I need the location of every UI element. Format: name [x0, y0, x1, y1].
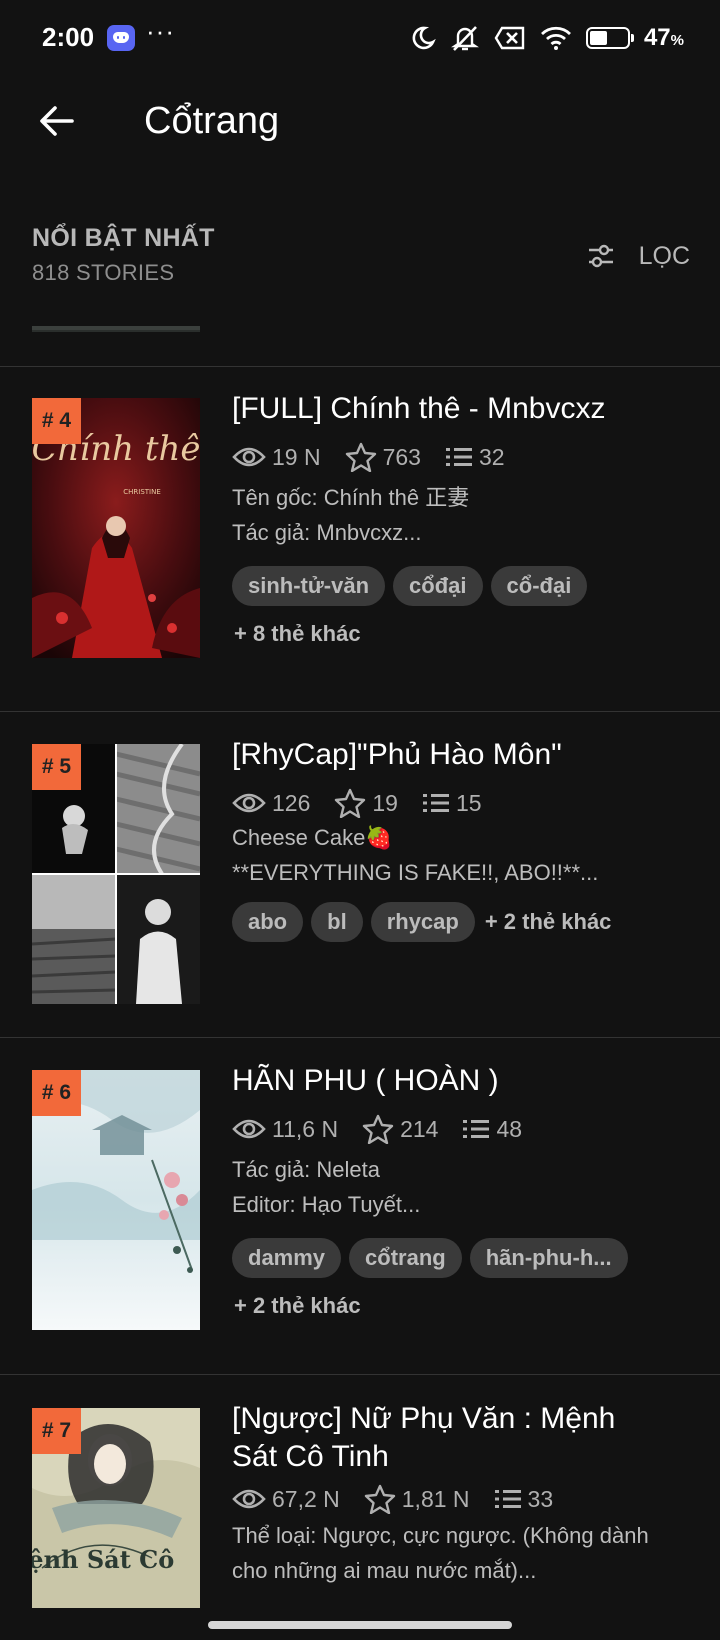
arrow-left-icon — [40, 106, 74, 136]
eye-icon — [232, 793, 266, 813]
votes-stat: 763 — [345, 442, 421, 472]
star-icon — [364, 1484, 395, 1514]
status-bar: 2:00 ··· 47% — [0, 0, 720, 78]
parts-stat: 32 — [445, 444, 505, 471]
eye-icon — [232, 1489, 266, 1509]
votes-stat: 1,81 N — [364, 1484, 470, 1514]
wifi-icon — [540, 26, 571, 50]
story-description: Cheese Cake🍓 **EVERYTHING IS FAKE!!, ABO… — [232, 825, 599, 885]
star-icon — [335, 788, 366, 818]
list-icon — [463, 1120, 490, 1138]
filter-label: LỌC — [638, 241, 690, 270]
more-tags-link[interactable]: + 2 thẻ khác — [232, 1286, 692, 1326]
sort-bar: NỔI BẬT NHẤT 818 STORIES LỌC — [0, 210, 720, 290]
parts-stat: 48 — [462, 1116, 522, 1143]
tag-chip[interactable]: hãn-phu-h... — [469, 1238, 628, 1278]
story-description: Tác giả: Neleta Editor: Hạo Tuyết... — [232, 1157, 421, 1217]
more-notifications-icon: ··· — [146, 16, 175, 46]
story-cover[interactable]: # 5 — [32, 744, 200, 1004]
story-item[interactable]: Mệnh Sát Cô # 7 [Ngược] Nữ Phụ Văn : Mện… — [0, 1402, 720, 1640]
story-cover[interactable]: Chính thê CHRISTINE # 4 — [32, 398, 200, 658]
story-item[interactable]: # 6 HÃN PHU ( HOÀN ) 11,6 N 214 48 Tác g… — [0, 1064, 720, 1332]
sort-dropdown[interactable]: NỔI BẬT NHẤT — [32, 224, 215, 253]
discord-notification-icon — [107, 25, 135, 51]
tag-chip[interactable]: rhycap — [370, 902, 475, 942]
back-button[interactable] — [30, 94, 84, 148]
story-stats: 11,6 N 214 48 — [232, 1112, 692, 1146]
views-stat: 19 N — [232, 444, 321, 471]
divider — [0, 366, 720, 367]
views-stat: 126 — [232, 790, 310, 817]
star-icon — [362, 1114, 394, 1144]
story-title[interactable]: [Ngược] Nữ Phụ Văn : Mệnh Sát Cô Tinh — [232, 1400, 692, 1476]
status-time: 2:00 — [42, 22, 95, 52]
filter-button[interactable]: LỌC — [587, 236, 690, 276]
views-stat: 11,6 N — [232, 1116, 338, 1143]
story-title[interactable]: HÃN PHU ( HOÀN ) — [232, 1062, 692, 1100]
sliders-icon — [588, 244, 613, 268]
star-icon — [345, 442, 376, 472]
rank-badge: # 7 — [32, 1408, 81, 1454]
parts-stat: 33 — [494, 1486, 553, 1513]
story-info: [FULL] Chính thê - Mnbvcxz 19 N 763 32 T… — [232, 392, 692, 654]
rank-badge: # 5 — [32, 744, 81, 790]
story-title[interactable]: [FULL] Chính thê - Mnbvcxz — [232, 390, 692, 428]
votes-stat: 19 — [334, 788, 398, 818]
story-cover[interactable]: Mệnh Sát Cô # 7 — [32, 1408, 200, 1608]
app-bar: Cổtrang — [0, 78, 720, 174]
story-title[interactable]: [RhyCap]"Phủ Hào Môn" — [232, 736, 692, 774]
list-icon — [422, 794, 449, 812]
divider — [0, 711, 720, 712]
rank-badge: # 4 — [32, 398, 81, 444]
eye-icon — [232, 1119, 266, 1139]
page-title: Cổtrang — [144, 100, 280, 142]
rank-badge: # 6 — [32, 1070, 81, 1116]
story-item[interactable]: # 5 [RhyCap]"Phủ Hào Môn" 126 19 15 Chee… — [0, 738, 720, 1004]
divider — [0, 1037, 720, 1038]
tag-chip[interactable]: abo — [232, 902, 304, 942]
battery-icon — [585, 27, 634, 49]
more-tags-link[interactable]: + 2 thẻ khác — [483, 902, 612, 942]
story-item[interactable]: Chính thê CHRISTINE # 4 [FULL] Chính thê… — [0, 392, 720, 690]
story-count: 818 STORIES — [32, 260, 175, 285]
home-indicator[interactable] — [208, 1621, 512, 1629]
story-description: Tên gốc: Chính thê 正妻 Tác giả: Mnbvcxz..… — [232, 485, 470, 545]
list-icon — [445, 448, 472, 466]
tag-chip[interactable]: dammy — [232, 1238, 342, 1278]
more-tags-link[interactable]: + 8 thẻ khác — [232, 614, 692, 654]
tag-chip[interactable]: sinh-tử-văn — [232, 566, 386, 606]
divider — [0, 1374, 720, 1375]
tag-chip[interactable]: cổtrang — [349, 1238, 462, 1278]
tag-list: sinh-tử-văn cổđại cổ-đại — [232, 566, 692, 606]
no-sim-icon — [494, 26, 525, 50]
votes-stat: 214 — [362, 1114, 438, 1144]
story-stats: 126 19 15 — [232, 786, 692, 820]
story-cover[interactable]: # 6 — [32, 1070, 200, 1330]
story-info: [RhyCap]"Phủ Hào Môn" 126 19 15 Cheese C… — [232, 738, 692, 942]
story-stats: 67,2 N 1,81 N 33 — [232, 1482, 692, 1516]
battery-percent: 47% — [643, 24, 684, 51]
story-info: [Ngược] Nữ Phụ Văn : Mệnh Sát Cô Tinh 67… — [232, 1402, 692, 1588]
story-stats: 19 N 763 32 — [232, 440, 692, 474]
tag-list: abo bl rhycap + 2 thẻ khác — [232, 902, 692, 942]
tag-list: dammy cổtrang hãn-phu-h... — [232, 1238, 692, 1278]
story-info: HÃN PHU ( HOÀN ) 11,6 N 214 48 Tác giả: … — [232, 1064, 692, 1326]
partial-cover-image — [32, 326, 200, 332]
tag-chip[interactable]: cổđại — [393, 566, 483, 606]
tag-chip[interactable]: bl — [311, 902, 363, 942]
story-description: Thể loại: Ngược, cực ngược. (Không dành … — [232, 1523, 649, 1583]
cover-title-art: Mệnh Sát Cô — [32, 1545, 174, 1574]
views-stat: 67,2 N — [232, 1486, 340, 1513]
status-icons: 47% — [410, 22, 684, 54]
eye-icon — [232, 447, 266, 467]
svg-text:CHRISTINE: CHRISTINE — [123, 488, 161, 496]
list-icon — [494, 1490, 521, 1508]
mute-bell-icon — [450, 26, 479, 51]
moon-icon — [412, 26, 436, 50]
parts-stat: 15 — [422, 790, 482, 817]
tag-chip[interactable]: cổ-đại — [490, 566, 588, 606]
